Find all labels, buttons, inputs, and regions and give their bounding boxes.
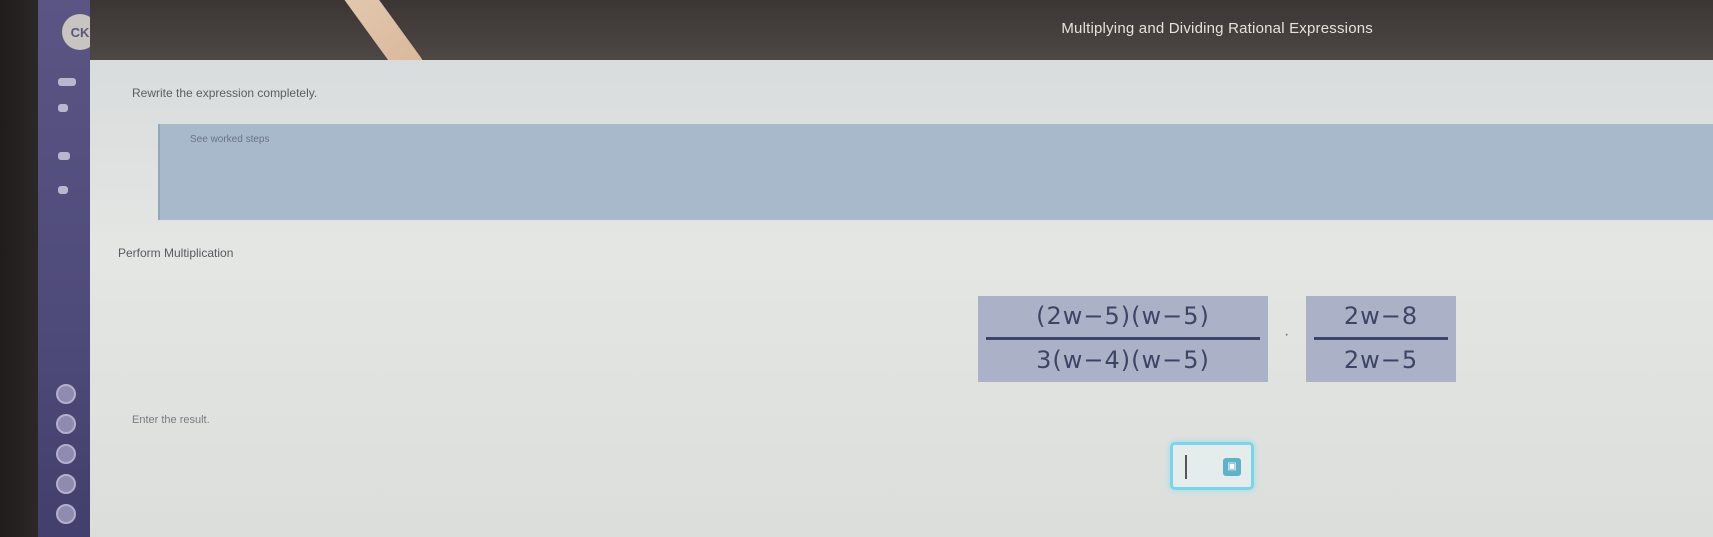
page-title: Multiplying and Dividing Rational Expres… [1061, 20, 1373, 37]
question-prompt: Rewrite the expression completely. [132, 86, 318, 100]
fraction-2-denominator: 2w−5 [1343, 346, 1419, 374]
fraction-2-numerator: 2w−8 [1343, 302, 1419, 330]
menu-icon[interactable] [58, 78, 76, 86]
fraction-2: 2w−8 2w−5 [1306, 296, 1456, 382]
monitor-bezel [0, 0, 38, 537]
bookmark-icon[interactable] [58, 104, 68, 112]
fraction-1-numerator: (2w−5)(w−5) [1036, 302, 1210, 330]
text-caret [1185, 455, 1187, 479]
title-bar: Multiplying and Dividing Rational Expres… [90, 0, 1713, 60]
step-label: Perform Multiplication [118, 246, 234, 260]
info-icon[interactable] [58, 186, 68, 194]
answer-input[interactable]: ▣ [1170, 442, 1254, 490]
keypad-icon[interactable]: ▣ [1223, 458, 1241, 476]
multiply-operator: · [1284, 326, 1290, 343]
progress-dot-3[interactable] [56, 444, 76, 464]
screen: CK Multiplying and Dividing Rational Exp… [0, 0, 1713, 537]
enter-result-label: Enter the result. [132, 414, 210, 426]
fraction-1: (2w−5)(w−5) 3(w−4)(w−5) [978, 296, 1268, 382]
flag-icon[interactable] [58, 152, 70, 160]
math-expression: (2w−5)(w−5) 3(w−4)(w−5) · 2w−8 2w−5 [978, 296, 1456, 382]
fraction-1-denominator: 3(w−4)(w−5) [1036, 346, 1210, 374]
hint-banner[interactable]: See worked steps [158, 124, 1713, 220]
progress-dot-5[interactable] [56, 504, 76, 524]
progress-dot-1[interactable] [56, 384, 76, 404]
progress-dot-4[interactable] [56, 474, 76, 494]
banner-text: See worked steps [190, 134, 270, 145]
main-content: Rewrite the expression completely. See w… [90, 60, 1713, 537]
progress-dot-2[interactable] [56, 414, 76, 434]
